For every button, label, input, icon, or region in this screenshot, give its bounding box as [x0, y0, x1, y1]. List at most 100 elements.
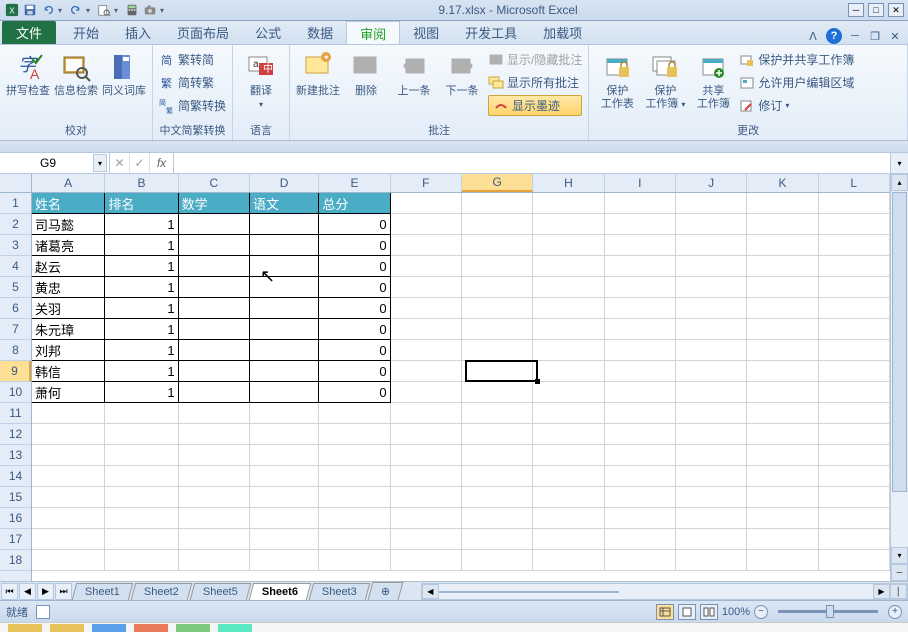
cell[interactable]: [179, 340, 250, 361]
row-header-10[interactable]: 10: [0, 382, 31, 403]
cell[interactable]: [462, 445, 533, 466]
cell[interactable]: [105, 550, 178, 571]
cjk-convert-button[interactable]: 简繁简繁转换: [159, 95, 226, 116]
cell[interactable]: [605, 466, 676, 487]
cell[interactable]: 朱元璋: [32, 319, 105, 340]
view-normal-button[interactable]: [656, 604, 674, 620]
cell[interactable]: 0: [319, 361, 390, 382]
col-header-B[interactable]: B: [105, 174, 178, 192]
cell[interactable]: [819, 424, 890, 445]
cell[interactable]: [605, 550, 676, 571]
cell[interactable]: [32, 445, 105, 466]
cell[interactable]: [391, 340, 462, 361]
cell[interactable]: 关羽: [32, 298, 105, 319]
row-header-2[interactable]: 2: [0, 214, 31, 235]
cell[interactable]: [533, 466, 604, 487]
cell[interactable]: [676, 403, 747, 424]
cell[interactable]: [179, 214, 250, 235]
cell[interactable]: [747, 508, 818, 529]
cell[interactable]: [179, 508, 250, 529]
cell[interactable]: [391, 445, 462, 466]
cell[interactable]: [819, 382, 890, 403]
cell[interactable]: [676, 466, 747, 487]
cell[interactable]: [179, 382, 250, 403]
cell[interactable]: [819, 235, 890, 256]
cell[interactable]: [319, 466, 390, 487]
cell[interactable]: 1: [105, 214, 178, 235]
name-box[interactable]: G9▾: [0, 153, 110, 173]
cell[interactable]: [319, 508, 390, 529]
cell[interactable]: 1: [105, 361, 178, 382]
cell[interactable]: 诸葛亮: [32, 235, 105, 256]
cell[interactable]: 萧何: [32, 382, 105, 403]
cell[interactable]: 0: [319, 256, 390, 277]
cell[interactable]: [105, 403, 178, 424]
cell[interactable]: [391, 277, 462, 298]
cell[interactable]: [391, 256, 462, 277]
cell[interactable]: [179, 319, 250, 340]
sheet-nav-first[interactable]: ⏮: [1, 583, 18, 600]
cell[interactable]: [533, 193, 604, 214]
cell[interactable]: [319, 424, 390, 445]
cell[interactable]: [533, 214, 604, 235]
hscroll-right[interactable]: ▶: [873, 584, 890, 599]
col-header-K[interactable]: K: [747, 174, 818, 192]
cell[interactable]: [391, 214, 462, 235]
cell[interactable]: [462, 361, 533, 382]
cell[interactable]: [819, 361, 890, 382]
cell[interactable]: [250, 235, 319, 256]
cell[interactable]: [32, 529, 105, 550]
sheet-nav-prev[interactable]: ◀: [19, 583, 36, 600]
cell[interactable]: 赵云: [32, 256, 105, 277]
formula-input[interactable]: [174, 153, 890, 173]
cell[interactable]: [32, 550, 105, 571]
cell[interactable]: 0: [319, 214, 390, 235]
row-header-4[interactable]: 4: [0, 256, 31, 277]
row-header-1[interactable]: 1: [0, 193, 31, 214]
cell[interactable]: [32, 508, 105, 529]
tab-pagelayout[interactable]: 页面布局: [164, 21, 242, 44]
cell[interactable]: [605, 487, 676, 508]
cell[interactable]: [605, 403, 676, 424]
cell[interactable]: [179, 361, 250, 382]
cell[interactable]: [533, 487, 604, 508]
cell[interactable]: [462, 298, 533, 319]
cell[interactable]: 0: [319, 298, 390, 319]
cell[interactable]: [250, 424, 319, 445]
cell[interactable]: 0: [319, 319, 390, 340]
cell[interactable]: [462, 382, 533, 403]
cell[interactable]: [605, 424, 676, 445]
tab-formulas[interactable]: 公式: [242, 21, 294, 44]
cell[interactable]: [32, 424, 105, 445]
cell[interactable]: [179, 424, 250, 445]
row-header-18[interactable]: 18: [0, 550, 31, 571]
cell[interactable]: [533, 340, 604, 361]
formula-expand[interactable]: ▾: [890, 153, 908, 173]
cell[interactable]: [179, 298, 250, 319]
cell[interactable]: [676, 361, 747, 382]
cell[interactable]: [747, 298, 818, 319]
tab-data[interactable]: 数据: [294, 21, 346, 44]
cell[interactable]: [462, 466, 533, 487]
cell[interactable]: [391, 466, 462, 487]
cell[interactable]: [250, 487, 319, 508]
cell[interactable]: 总分: [319, 193, 390, 214]
cell[interactable]: [676, 445, 747, 466]
cell[interactable]: [105, 487, 178, 508]
cell[interactable]: [250, 298, 319, 319]
cell[interactable]: [391, 424, 462, 445]
cell[interactable]: 刘邦: [32, 340, 105, 361]
track-changes-button[interactable]: 修订 ▾: [739, 95, 854, 116]
doc-close-icon[interactable]: ✕: [888, 29, 902, 43]
cell[interactable]: 0: [319, 382, 390, 403]
thesaurus-button[interactable]: 同义词库: [102, 49, 146, 98]
tab-view[interactable]: 视图: [400, 21, 452, 44]
cell[interactable]: [747, 340, 818, 361]
select-all-corner[interactable]: [0, 174, 32, 193]
cell[interactable]: [391, 382, 462, 403]
cell[interactable]: [533, 235, 604, 256]
cell[interactable]: [179, 445, 250, 466]
cell[interactable]: [747, 361, 818, 382]
col-header-H[interactable]: H: [533, 174, 604, 192]
row-header-13[interactable]: 13: [0, 445, 31, 466]
